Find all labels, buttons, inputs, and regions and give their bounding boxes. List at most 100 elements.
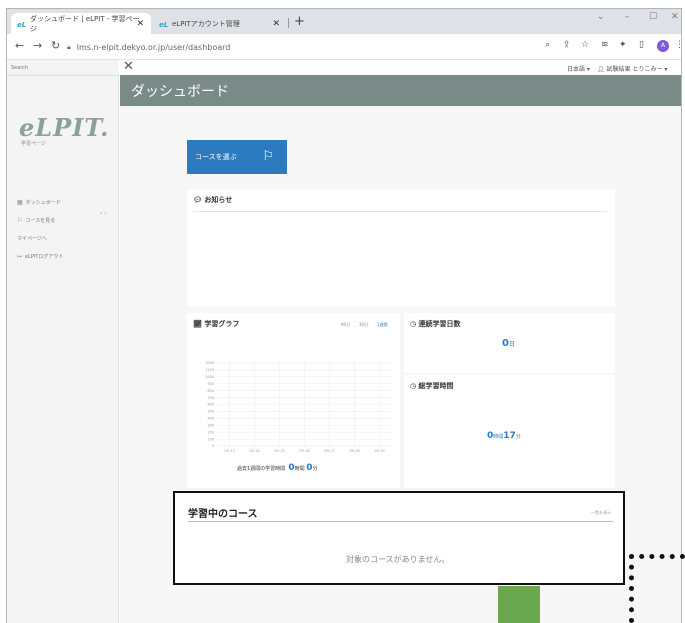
reload-icon[interactable]: ↻: [51, 39, 60, 52]
share-icon[interactable]: ⇪: [563, 40, 571, 50]
dotted-annotation: [629, 554, 685, 623]
news-title-text: お知らせ: [204, 196, 233, 204]
y-tick-label: 400: [208, 417, 214, 421]
x-tick-label: 09-13: [224, 449, 234, 453]
tab-dashboard[interactable]: eL ダッシュボード | eLPIT - 学習ページ ✕: [11, 13, 151, 34]
search-input[interactable]: [7, 60, 119, 76]
y-tick-label: 1000: [205, 361, 214, 365]
sidepanel-icon[interactable]: ▯: [639, 40, 644, 50]
tab-strip: eL ダッシュボード | eLPIT - 学習ページ ✕ eL eLPITアカウ…: [7, 9, 681, 34]
menu-kebab-icon[interactable]: ⋮: [675, 40, 681, 50]
favicon-icon: eL: [17, 20, 27, 29]
url-text: lms.n-elpit.dekyo.or.jp/user/dashboard: [76, 42, 231, 52]
divider: [188, 521, 613, 522]
total-hours-unit: 時間: [493, 434, 504, 440]
sidebar-item-label: ダッシュボード: [25, 200, 61, 206]
weekly-label: 過去1週間の学習時間: [237, 466, 286, 472]
select-course-button[interactable]: コースを選ぶ ⚐: [187, 140, 287, 174]
close-sidebar-icon[interactable]: ✕: [123, 59, 134, 74]
weekly-study-time: 過去1週間の学習時間 0時間 0分: [237, 463, 318, 473]
maximize-icon[interactable]: ☐: [649, 12, 657, 22]
news-panel: 💬︎ お知らせ: [187, 189, 615, 307]
consecutive-days-panel: ◷ 連続学習日数 0日: [404, 313, 615, 373]
close-tab-icon[interactable]: ✕: [136, 19, 144, 29]
clock-icon: ◷: [410, 320, 417, 328]
sidebar-item-logout[interactable]: ↦ eLPITログアウト: [17, 253, 63, 260]
zoom-icon[interactable]: ⌕: [545, 40, 550, 50]
green-marker: [498, 586, 540, 623]
url-field[interactable]: 🔒︎ lms.n-elpit.dekyo.or.jp/user/dashboar…: [67, 38, 537, 56]
sidebar: eLPIT. 学習ページ ▦ ダッシュボード ⚐ コースを見る ‹ › マイペー…: [7, 60, 119, 623]
study-graph-panel: 📈︎ 学習グラフ 90日 30日 1週間 1000 1100 1000 900 800 7…: [187, 313, 400, 488]
close-window-icon[interactable]: ✕: [671, 12, 679, 22]
sidebar-item-mypage[interactable]: マイページへ: [17, 235, 47, 242]
minimize-icon[interactable]: –: [625, 12, 630, 22]
profile-avatar[interactable]: A: [657, 40, 669, 52]
flag-icon: ⚐: [17, 217, 23, 224]
new-tab-icon[interactable]: +: [294, 14, 305, 29]
total-title-text: 総学習時間: [418, 382, 454, 390]
tab-account[interactable]: eL eLPITアカウント管理 ✕: [153, 13, 287, 34]
back-icon[interactable]: ←: [15, 39, 24, 52]
y-tick-label: 600: [208, 403, 214, 407]
x-tick-label: 09-17: [324, 449, 334, 453]
weekly-minutes-unit: 分: [312, 466, 318, 472]
page-title: ダッシュボード: [131, 84, 229, 100]
total-minutes-unit: 分: [515, 434, 521, 440]
empty-message: 対象のコースがありません。: [346, 555, 450, 564]
y-tick-label: 100: [208, 437, 214, 441]
y-tick-label: 1000: [205, 375, 214, 379]
x-tick-label: 09-19: [374, 449, 385, 453]
y-tick-label: 0: [212, 444, 214, 448]
logout-icon: ↦: [17, 253, 23, 260]
user-menu[interactable]: 👤︎ 試験結果 とりこみー ▾: [597, 64, 667, 73]
days-number: 0: [502, 338, 509, 349]
x-tick-label: 09-16: [299, 449, 310, 453]
page-header: ダッシュボード: [120, 75, 681, 106]
news-title: 💬︎ お知らせ: [193, 195, 232, 205]
total-time-panel: ◷ 総学習時間 0時間17分: [404, 375, 615, 488]
close-tab-icon[interactable]: ✕: [272, 19, 280, 29]
y-tick-label: 500: [208, 410, 214, 414]
elpit-logo: eLPIT.: [19, 113, 110, 142]
current-courses-panel: 学習中のコース 一覧を表示 対象のコースがありません。: [173, 491, 625, 585]
language-select[interactable]: 日本語 ▾: [567, 64, 590, 73]
sidebar-item-dashboard[interactable]: ▦ ダッシュボード: [17, 199, 61, 206]
weekly-hours-unit: 時間: [294, 466, 305, 472]
chevron-right-icon[interactable]: ‹ ›: [100, 210, 107, 217]
total-value: 0時間17分: [487, 431, 521, 441]
study-chart: 1000110010009008007006005004003002001000…: [205, 361, 392, 453]
divider: [193, 211, 607, 212]
favicon-icon: eL: [159, 20, 169, 29]
clock-icon: ◷: [410, 382, 417, 390]
sidebar-item-courses[interactable]: ⚐ コースを見る: [17, 217, 55, 224]
tab-divider: [288, 18, 289, 28]
sidebar-item-label: コースを見る: [25, 218, 56, 224]
puzzle-icon[interactable]: ✦: [619, 40, 627, 50]
dashboard-icon: ▦: [17, 199, 23, 206]
y-tick-label: 1100: [205, 368, 214, 372]
days-title: ◷ 連続学習日数: [410, 319, 461, 329]
browser-window: eL ダッシュボード | eLPIT - 学習ページ ✕ eL eLPITアカウ…: [6, 8, 682, 623]
days-title-text: 連続学習日数: [418, 320, 461, 328]
extension-icon[interactable]: ≋: [601, 40, 609, 50]
flag-icon: ⚐: [262, 149, 274, 164]
days-value: 0日: [502, 338, 515, 349]
chevron-down-icon[interactable]: ⌄: [597, 12, 605, 22]
logo-subtitle: 学習ページ: [21, 141, 46, 147]
forward-icon[interactable]: →: [33, 39, 42, 52]
sidebar-item-label: eLPITログアウト: [25, 254, 64, 260]
select-course-label: コースを選ぶ: [195, 153, 237, 161]
x-tick-label: 09-18: [349, 449, 360, 453]
tab-title: eLPITアカウント管理: [172, 19, 240, 28]
total-minutes: 17: [503, 431, 516, 441]
view-all-link[interactable]: 一覧を表示: [591, 510, 611, 516]
y-tick-label: 700: [208, 396, 214, 400]
bookmark-star-icon[interactable]: ☆: [581, 40, 589, 50]
total-title: ◷ 総学習時間: [410, 381, 454, 391]
user-menu-label: 試験結果 とりこみー ▾: [606, 66, 668, 73]
y-tick-label: 800: [208, 389, 214, 393]
y-tick-label: 300: [208, 423, 214, 427]
days-unit: 日: [508, 341, 515, 348]
x-tick-label: 09-14: [249, 449, 260, 453]
